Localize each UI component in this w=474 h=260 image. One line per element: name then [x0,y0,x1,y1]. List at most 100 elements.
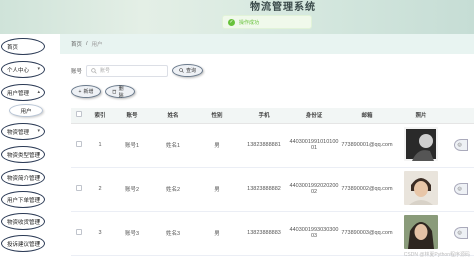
row-checkbox[interactable] [76,185,82,191]
search-input[interactable]: 账号 [86,64,169,77]
column-header: 邮箱 [339,108,395,124]
cell-actions: ◎ [447,167,474,212]
view-button[interactable]: ◎ [453,227,468,239]
cell-actions: ◎ [447,211,474,256]
search-bar: 账号 账号 查询 [71,64,204,77]
app-title: 物流管理系统 [250,2,316,13]
row-checkbox-cell[interactable] [71,211,87,256]
search-icon [91,67,97,74]
view-button[interactable]: ◎ [453,139,468,151]
success-toast: ✓ 操作成功 [222,15,312,29]
user-photo[interactable] [404,215,438,249]
cell-idcard: 440300199202020002 [289,167,339,212]
watermark: CSDN @林夏Python程序源码 [403,252,470,258]
table-row: 2 账号2 姓名2 男 13823888882 4403001992020200… [71,167,474,212]
cell-account: 账号1 [113,123,151,168]
table-row: 1 账号1 姓名1 男 13823888881 4403001991010100… [71,123,474,168]
user-photo[interactable] [404,127,438,161]
cell-photo [395,211,447,256]
chevron-up-icon: ▴ [37,89,40,95]
trash-icon [112,89,117,94]
cell-gender: 男 [195,123,239,168]
delete-button[interactable]: 删除 [105,85,135,99]
success-check-icon: ✓ [228,18,235,26]
column-header: 身份证 [289,108,339,124]
search-icon: ◎ [457,186,462,192]
column-header: 手机 [239,108,289,124]
breadcrumb-current: 用户 [91,42,103,48]
column-header-actions [447,108,474,124]
users-table: 索引 账号 姓名 性别 手机 身份证 邮箱 照片 1 账号1 姓名1 男 138… [71,108,474,256]
query-button[interactable]: 查询 [172,64,204,77]
cell-gender: 男 [195,167,239,212]
table-row: 3 账号3 姓名3 男 13823888883 4403001993030300… [71,211,474,256]
cell-phone: 13823888882 [239,167,289,212]
top-header: 物流管理系统 ✓ 操作成功 [0,0,474,34]
cell-photo [395,167,447,212]
cell-index: 3 [87,211,113,256]
search-icon [179,68,184,73]
cell-index: 2 [87,167,113,212]
column-header: 账号 [113,108,151,124]
sidebar-item-profile[interactable]: 个人中心 ▾ [1,61,45,78]
search-placeholder: 账号 [100,68,111,74]
row-checkbox-cell[interactable] [71,167,87,212]
cell-email: 773890003@qq.com [339,211,395,256]
add-button[interactable]: + 新增 [71,85,101,98]
search-label: 账号 [71,68,83,75]
cell-name: 姓名1 [151,123,195,168]
main-content: 首页 / 用户 账号 账号 查询 + 新增 删除 索引 账号 姓名 性别 手机 … [60,34,474,260]
breadcrumb: 首页 / 用户 [60,34,474,54]
toast-message: 操作成功 [239,19,260,26]
sidebar-item-user-orders[interactable]: 用户下单管理 ▾ [1,191,45,208]
select-all-header[interactable] [71,108,87,124]
chevron-down-icon: ▾ [37,240,40,246]
sidebar-item-supply-types[interactable]: 物资类型管理 ▾ [1,146,45,163]
action-bar: + 新增 删除 [71,85,135,99]
row-checkbox-cell[interactable] [71,123,87,168]
cell-gender: 男 [195,211,239,256]
cell-email: 773890002@qq.com [339,167,395,212]
cell-phone: 13823888883 [239,211,289,256]
chevron-down-icon: ▾ [37,66,40,72]
cell-name: 姓名3 [151,211,195,256]
cell-idcard: 440300199303030003 [289,211,339,256]
sidebar-item-home[interactable]: 首页 [1,38,45,55]
column-header: 姓名 [151,108,195,124]
cell-email: 773890001@qq.com [339,123,395,168]
search-icon: ◎ [457,142,462,148]
breadcrumb-separator: / [86,41,88,47]
sidebar-item-receipts[interactable]: 物资收货管理 ▾ [1,213,45,230]
sidebar-item-user-management[interactable]: 用户管理 ▴ [1,84,45,101]
chevron-down-icon: ▾ [37,174,40,180]
cell-idcard: 440300199101010001 [289,123,339,168]
column-header: 性别 [195,108,239,124]
cell-photo [395,123,447,168]
cell-account: 账号3 [113,211,151,256]
cell-actions: ◎ [447,123,474,168]
cell-name: 姓名2 [151,167,195,212]
sidebar-item-supplies[interactable]: 物资管理 ▾ [1,123,45,140]
column-header: 照片 [395,108,447,124]
chevron-down-icon: ▾ [37,196,40,202]
sidebar-subitem-users[interactable]: 用户 [9,104,43,117]
column-header: 索引 [87,108,113,124]
user-photo[interactable] [404,171,438,205]
cell-index: 1 [87,123,113,168]
plus-icon: + [78,88,82,95]
row-checkbox[interactable] [76,141,82,147]
breadcrumb-home[interactable]: 首页 [71,40,82,48]
sidebar: 首页 个人中心 ▾ 用户管理 ▴ 用户 物资管理 ▾ 物资类型管理 ▾ 物资简介管理 ▾ … [0,34,58,260]
cell-phone: 13823888881 [239,123,289,168]
view-button[interactable]: ◎ [453,183,468,195]
chevron-down-icon: ▾ [37,128,40,134]
sidebar-item-supply-intro[interactable]: 物资简介管理 ▾ [1,169,45,186]
sidebar-item-complaints[interactable]: 投诉建议管理 ▾ [1,235,45,252]
table-header-row: 索引 账号 姓名 性别 手机 身份证 邮箱 照片 [71,108,474,124]
row-checkbox[interactable] [76,229,82,235]
chevron-down-icon: ▾ [37,218,40,224]
cell-account: 账号2 [113,167,151,212]
search-icon: ◎ [457,230,462,236]
select-all-checkbox[interactable] [76,111,82,118]
chevron-down-icon: ▾ [37,151,40,157]
